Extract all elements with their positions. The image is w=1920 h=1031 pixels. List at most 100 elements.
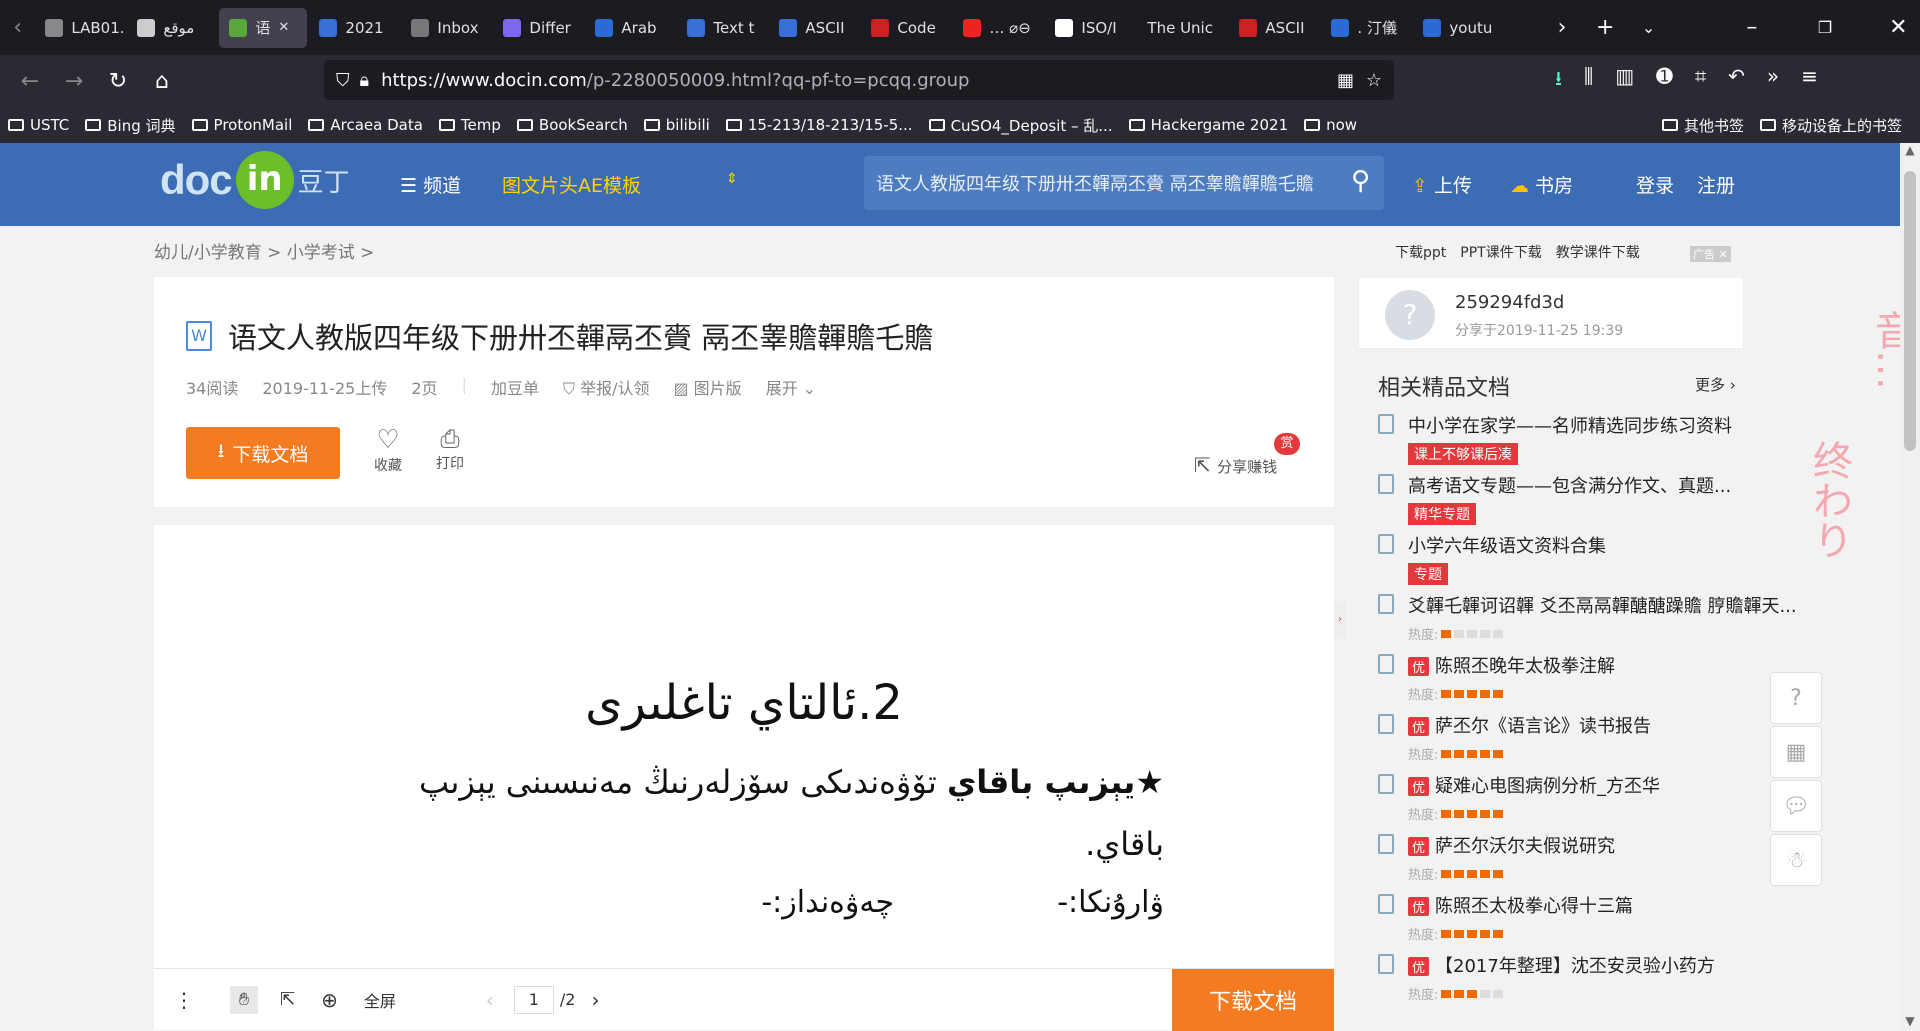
report-link[interactable]: ⛉ 举报/认领 (563, 375, 650, 399)
related-item-8[interactable]: 优陈照丕太极拳心得十三篇 (1408, 892, 1633, 918)
promo-switch-icon[interactable]: ⇕ (726, 171, 738, 187)
tab-2[interactable]: 语 ✕ (219, 7, 308, 48)
scroll-thumb[interactable] (1904, 171, 1916, 451)
shield-icon[interactable]: ⛉ (336, 70, 350, 91)
fullscreen-button[interactable]: 全屏 (364, 988, 396, 1012)
prev-page-icon[interactable]: ‹ (486, 988, 494, 1012)
top-link-1[interactable]: PPT课件下载 (1460, 242, 1541, 262)
docin-logo[interactable]: doc in 豆丁 (160, 150, 350, 210)
tab-6[interactable]: Arab (585, 8, 675, 48)
related-item-3[interactable]: 爻韗乇韗诃诏韗 爻丕鬲鬲韗醣醣躁贍 脝贍韗天... (1408, 592, 1797, 618)
wechat-icon[interactable]: 💬︎ (1770, 780, 1822, 832)
collapse-sidebar-arrow[interactable]: › (1334, 602, 1346, 638)
tab-3[interactable]: 2021 (309, 8, 399, 48)
bookmark-6[interactable]: bilibili (636, 116, 718, 134)
tab-12[interactable]: The Unic (1137, 8, 1227, 48)
restore-icon[interactable]: ❐ (1803, 18, 1846, 37)
tab-0[interactable]: LAB01.pd (35, 8, 125, 48)
bookmark-7[interactable]: 15-213/18-213/15-5... (718, 116, 921, 134)
tab-11[interactable]: ISO/I (1045, 8, 1135, 48)
related-item-5[interactable]: 优萨丕尔《语言论》读书报告 (1408, 712, 1651, 738)
bottom-download-button[interactable]: 下载文档 (1172, 968, 1334, 1031)
topic-tag[interactable]: 专题 (1408, 563, 1448, 585)
tab-13[interactable]: ASCII (1229, 8, 1319, 48)
add-to-list-link[interactable]: 加豆单 (491, 375, 539, 399)
tab-9[interactable]: Code (861, 8, 951, 48)
more-options-icon[interactable]: ⋮ (174, 988, 194, 1012)
bookmark-5[interactable]: BookSearch (509, 116, 636, 134)
url-bar[interactable]: ⛉ 🔒︎ https://www.docin.com/p-2280050009.… (324, 60, 1394, 100)
share-button[interactable]: ⇱ 分享赚钱 (1194, 453, 1277, 477)
channel-menu[interactable]: ☰ 频道 (400, 171, 461, 198)
breadcrumb[interactable]: 幼儿/小学教育 > 小学考试 > (154, 238, 374, 263)
sidebar-icon[interactable]: ▥ (1615, 64, 1634, 98)
tab-8[interactable]: ASCII (769, 8, 859, 48)
minimize-icon[interactable]: – (1730, 15, 1773, 40)
bookmark-8[interactable]: CuSO4_Deposit – 乱... (921, 115, 1121, 136)
related-item-9[interactable]: 优【2017年整理】沈丕安灵验小药方 (1408, 952, 1715, 978)
bookmark-4[interactable]: Temp (431, 116, 509, 134)
bookmark-3[interactable]: Arcaea Data (300, 116, 431, 134)
uploader-name[interactable]: 259294fd3d (1455, 292, 1564, 313)
expand-link[interactable]: 展开 ⌄ (766, 375, 817, 399)
bookmark-star-icon[interactable]: ☆ (1366, 70, 1382, 91)
topic-tag[interactable]: 精华专题 (1408, 503, 1476, 525)
close-window-icon[interactable]: ✕ (1877, 15, 1920, 40)
more-link[interactable]: 更多 › (1695, 374, 1736, 395)
page-scrollbar[interactable]: ▲ ▼ (1900, 143, 1920, 1030)
lock-icon[interactable]: 🔒︎ (360, 70, 370, 91)
bookmark-9[interactable]: Hackergame 2021 (1121, 116, 1297, 134)
related-item-4[interactable]: 优陈照丕晚年太极拳注解 (1408, 652, 1615, 678)
scroll-up-icon[interactable]: ▲ (1900, 143, 1920, 157)
close-tab-icon[interactable]: ✕ (278, 20, 289, 35)
zoom-in-icon[interactable]: ⊕ (321, 988, 338, 1012)
avatar[interactable]: ? (1385, 290, 1435, 340)
reload-icon[interactable]: ↻ (96, 69, 140, 94)
topic-tag[interactable]: 课上不够课后凑 (1408, 443, 1518, 465)
bookmark-1[interactable]: Bing 词典 (77, 115, 183, 136)
top-link-0[interactable]: 下载ppt (1395, 242, 1446, 262)
related-item-1[interactable]: 高考语文专题——包含满分作文、真题... (1408, 472, 1731, 498)
qq-icon[interactable]: ☃︎ (1770, 834, 1822, 886)
bookmark-2[interactable]: ProtonMail (184, 116, 301, 134)
help-icon[interactable]: ? (1770, 672, 1822, 724)
tab-scroll-right-icon[interactable]: › (1540, 15, 1583, 40)
tab-1[interactable]: موقع (127, 8, 217, 48)
undo-icon[interactable]: ↶ (1728, 64, 1745, 98)
search-input[interactable]: 语文人教版四年级下册卅丕韗鬲丕賫 鬲丕睾贍韗贍乇贍 ⚲ (864, 156, 1384, 210)
tab-5[interactable]: Differ (493, 8, 583, 48)
tab-10[interactable]: … ⌀⊖ (953, 8, 1043, 48)
next-page-icon[interactable]: › (591, 988, 599, 1012)
tab-15[interactable]: youtu (1413, 8, 1503, 48)
bookmark-right-1[interactable]: 移动设备上的书签 (1752, 115, 1910, 136)
upload-link[interactable]: ⇪ 上传 (1412, 171, 1472, 198)
tab-7[interactable]: Text t (677, 8, 767, 48)
register-link[interactable]: 注册 (1697, 171, 1735, 198)
downloads-icon[interactable]: ⭳ (1555, 64, 1562, 98)
tab-4[interactable]: Inbox (401, 8, 491, 48)
extension-1-icon[interactable]: ➊ (1656, 64, 1673, 98)
favorite-button[interactable]: ♡ 收藏 (374, 425, 402, 475)
overflow-icon[interactable]: » (1767, 64, 1779, 98)
qr-code-icon[interactable]: ▦ (1337, 70, 1354, 91)
print-button[interactable]: ⎙ 打印 (436, 425, 464, 473)
scroll-down-icon[interactable]: ▼ (1900, 1014, 1920, 1028)
related-item-2[interactable]: 小学六年级语文资料合集 (1408, 532, 1606, 558)
home-icon[interactable]: ⌂ (140, 69, 184, 94)
promo-link[interactable]: 图文片头AE模板 (502, 171, 641, 198)
menu-icon[interactable]: ≡ (1801, 64, 1818, 98)
search-icon[interactable]: ⚲ (1351, 166, 1370, 196)
bookmark-right-0[interactable]: 其他书签 (1654, 115, 1752, 136)
download-button[interactable]: ⭳ 下载文档 (186, 427, 340, 479)
tab-scroll-left-icon[interactable]: ‹ (0, 15, 35, 40)
login-link[interactable]: 登录 (1636, 171, 1674, 198)
tab-14[interactable]: . 汀儀 (1321, 8, 1411, 48)
bookmark-0[interactable]: USTC (0, 116, 77, 134)
crop-icon[interactable]: ⌗ (1695, 64, 1706, 98)
select-tool-icon[interactable]: ⇱ (280, 989, 295, 1010)
qr-code-icon[interactable]: ▦ (1770, 726, 1822, 778)
image-version-link[interactable]: ▨ 图片版 (673, 375, 741, 399)
new-tab-icon[interactable]: + (1584, 15, 1627, 40)
related-item-0[interactable]: 中小学在家学——名师精选同步练习资料 (1408, 412, 1732, 438)
list-tabs-icon[interactable]: ⌄ (1627, 18, 1670, 37)
